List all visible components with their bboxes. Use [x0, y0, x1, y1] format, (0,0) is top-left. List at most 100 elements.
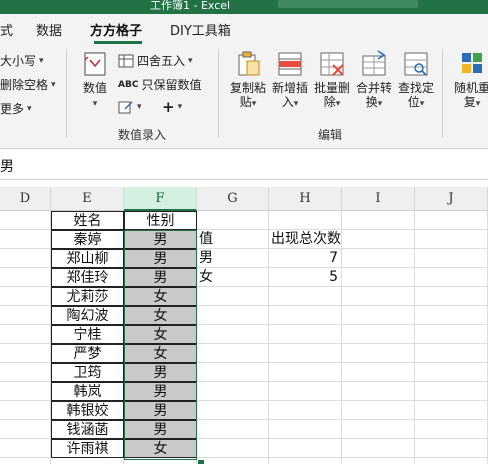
cell-i[interactable]: [342, 458, 415, 464]
cell-j[interactable]: [415, 401, 488, 420]
cell-h[interactable]: [269, 306, 342, 325]
merge-convert-button[interactable]: 合并转 换▾: [352, 50, 396, 111]
cell-h[interactable]: [269, 382, 342, 401]
fill-handle[interactable]: [197, 459, 205, 464]
cell-d[interactable]: [0, 287, 51, 306]
cell-g[interactable]: [197, 420, 269, 439]
cell-f[interactable]: 男: [124, 382, 197, 401]
tab-diy-toolbox[interactable]: DIY工具箱: [170, 20, 231, 39]
cell-e[interactable]: 陶幻波: [51, 306, 124, 325]
column-header-g[interactable]: G: [197, 187, 269, 211]
keep-values-button[interactable]: ABC 只保留数值: [118, 76, 201, 93]
cell-e[interactable]: 韩银姣: [51, 401, 124, 420]
cell-i[interactable]: [342, 363, 415, 382]
cell-i[interactable]: [342, 401, 415, 420]
batch-delete-button[interactable]: 批量删 除▾: [310, 50, 354, 111]
cell-g[interactable]: 男: [197, 249, 269, 268]
cell-f[interactable]: 女: [124, 344, 197, 363]
cell-h[interactable]: [269, 439, 342, 458]
cell-e[interactable]: 宁桂: [51, 325, 124, 344]
cell-h[interactable]: 7: [269, 249, 342, 268]
cell-j[interactable]: [415, 249, 488, 268]
cell-h[interactable]: [269, 211, 342, 230]
remove-spaces-button[interactable]: 删除空格 ▾: [0, 76, 56, 93]
column-header-d[interactable]: D: [0, 187, 51, 211]
cell-f[interactable]: 男: [124, 420, 197, 439]
insert-menu-button[interactable]: ▾: [118, 100, 142, 114]
cell-f[interactable]: 男: [124, 268, 197, 287]
cell-g[interactable]: 值: [197, 230, 269, 249]
cell-h[interactable]: [269, 344, 342, 363]
cell-g[interactable]: [197, 344, 269, 363]
cell-g[interactable]: [197, 211, 269, 230]
random-repeat-button[interactable]: 随机重 复▾: [450, 50, 488, 111]
cell-f[interactable]: 男: [124, 230, 197, 249]
cell-d[interactable]: [0, 458, 51, 464]
cell-j[interactable]: [415, 344, 488, 363]
cell-i[interactable]: [342, 211, 415, 230]
cell-f[interactable]: 女: [124, 325, 197, 344]
cell-g[interactable]: [197, 287, 269, 306]
cell-h[interactable]: [269, 325, 342, 344]
cell-d[interactable]: [0, 230, 51, 249]
copy-paste-button[interactable]: 复制粘 贴▾: [226, 50, 270, 111]
cell-i[interactable]: [342, 325, 415, 344]
cell-i[interactable]: [342, 230, 415, 249]
cell-j[interactable]: [415, 363, 488, 382]
cell-d[interactable]: [0, 249, 51, 268]
cell-h[interactable]: [269, 287, 342, 306]
find-locate-button[interactable]: 查找定 位▾: [394, 50, 438, 111]
column-header-f[interactable]: F: [124, 187, 197, 211]
cell-i[interactable]: [342, 249, 415, 268]
cell-g[interactable]: [197, 306, 269, 325]
cell-e[interactable]: 许雨祺: [51, 439, 124, 458]
cell-f[interactable]: 女: [124, 306, 197, 325]
cell-d[interactable]: [0, 439, 51, 458]
cell-d[interactable]: [0, 401, 51, 420]
cell-j[interactable]: [415, 382, 488, 401]
case-button[interactable]: 大小写 ▾: [0, 52, 44, 69]
cell-d[interactable]: [0, 382, 51, 401]
cell-g[interactable]: [197, 325, 269, 344]
cell-d[interactable]: [0, 344, 51, 363]
cell-d[interactable]: [0, 211, 51, 230]
cell-i[interactable]: [342, 268, 415, 287]
plus-button[interactable]: + ▾: [162, 98, 182, 116]
cell-i[interactable]: [342, 382, 415, 401]
cell-h[interactable]: 出现总次数: [269, 230, 342, 249]
numeric-button[interactable]: 数值 ▾: [74, 50, 116, 111]
cell-f[interactable]: 男: [124, 363, 197, 382]
cell-d[interactable]: [0, 306, 51, 325]
cell-f[interactable]: 女: [124, 439, 197, 458]
cell-e[interactable]: [51, 458, 124, 464]
cell-g[interactable]: [197, 401, 269, 420]
cell-e[interactable]: 钱涵菡: [51, 420, 124, 439]
search-box[interactable]: [278, 0, 418, 8]
cell-d[interactable]: [0, 325, 51, 344]
cell-f[interactable]: 女: [124, 287, 197, 306]
insert-new-button[interactable]: 新增插 入▾: [268, 50, 312, 111]
cell-d[interactable]: [0, 268, 51, 287]
cell-f[interactable]: [124, 458, 197, 464]
cell-g[interactable]: [197, 363, 269, 382]
cell-e[interactable]: 姓名: [51, 211, 124, 230]
column-header-i[interactable]: I: [342, 187, 415, 211]
cell-i[interactable]: [342, 287, 415, 306]
cell-e[interactable]: 郑佳玲: [51, 268, 124, 287]
cell-j[interactable]: [415, 230, 488, 249]
cell-f[interactable]: 男: [124, 401, 197, 420]
cell-i[interactable]: [342, 306, 415, 325]
more-button[interactable]: 更多 ▾: [0, 100, 32, 117]
column-header-e[interactable]: E: [51, 187, 124, 211]
cell-j[interactable]: [415, 211, 488, 230]
cell-i[interactable]: [342, 439, 415, 458]
cell-e[interactable]: 严梦: [51, 344, 124, 363]
formula-bar[interactable]: 男: [0, 149, 488, 180]
cell-j[interactable]: [415, 306, 488, 325]
cell-j[interactable]: [415, 325, 488, 344]
cell-g[interactable]: 女: [197, 268, 269, 287]
cell-j[interactable]: [415, 268, 488, 287]
worksheet-grid[interactable]: D E F G H I J 姓名 性别 秦婷男值出现总次数 郑山柳男男 7 郑佳玲男女 5 尤…: [0, 187, 488, 464]
cell-e[interactable]: 郑山柳: [51, 249, 124, 268]
cell-g[interactable]: [197, 458, 269, 464]
